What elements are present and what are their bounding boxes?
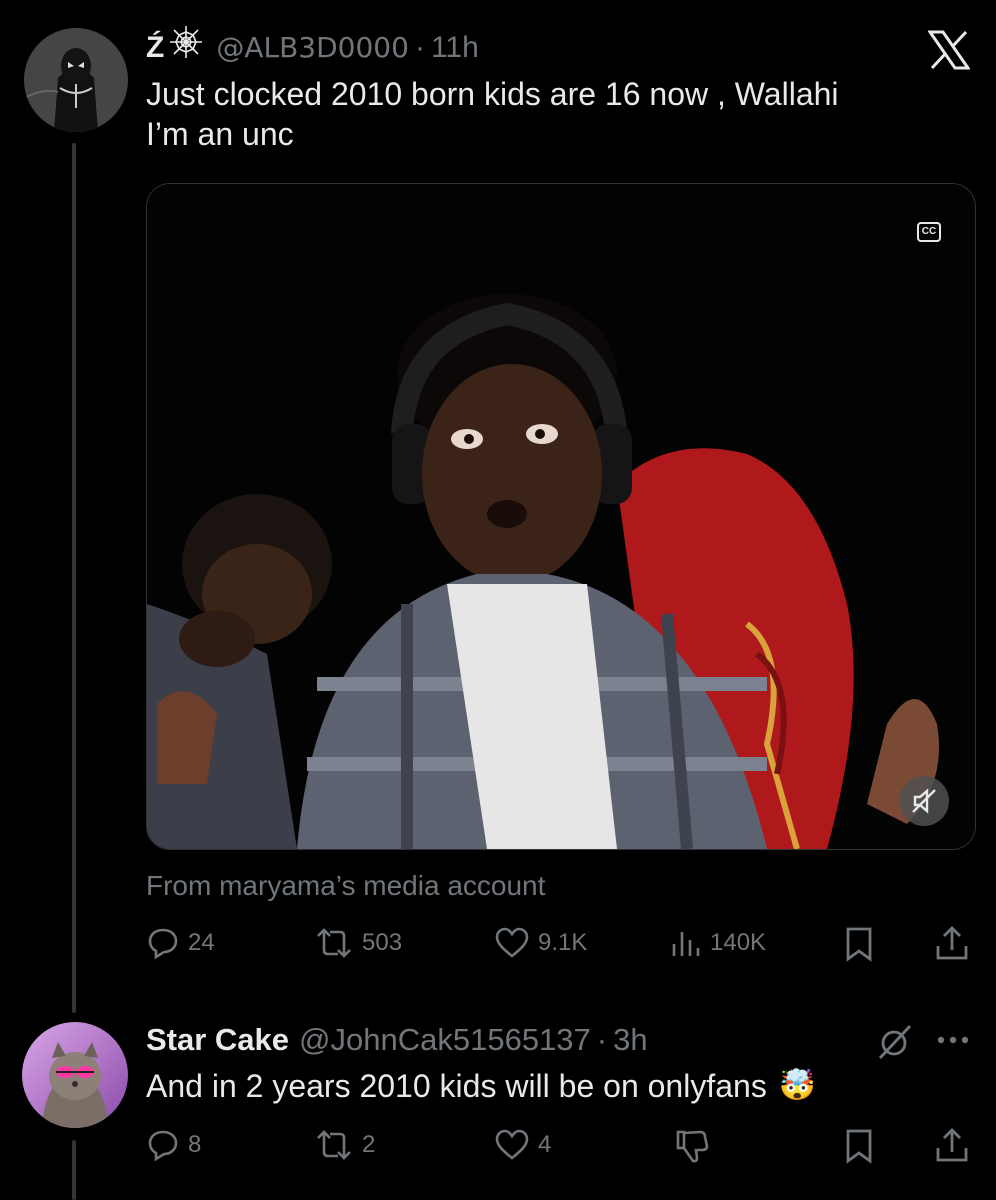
tweet-text-line-1: Just clocked 2010 born kids are 16 now ,… bbox=[146, 76, 839, 112]
views-button[interactable]: 140K bbox=[670, 926, 766, 960]
reply-icon bbox=[148, 1130, 178, 1162]
reply-button[interactable]: 24 bbox=[146, 926, 215, 960]
x-logo-icon[interactable] bbox=[927, 30, 971, 75]
reply-user-handle[interactable]: @JohnCak51565137 bbox=[299, 1020, 591, 1060]
repost-icon bbox=[317, 1130, 351, 1160]
bookmark-icon bbox=[846, 927, 872, 962]
video-frame bbox=[147, 184, 975, 849]
reply-repost-count: 2 bbox=[362, 1131, 376, 1158]
tweet-text-line-2: I’m an unc bbox=[146, 116, 294, 152]
reply-timestamp[interactable]: 3h bbox=[613, 1020, 647, 1060]
thread-line-bottom bbox=[72, 1140, 76, 1200]
bookmark-button[interactable] bbox=[844, 926, 874, 962]
dislike-icon bbox=[676, 1130, 709, 1163]
reply-display-name[interactable]: Star Cake bbox=[146, 1020, 289, 1060]
reply-separator: · bbox=[596, 1022, 608, 1057]
views-icon bbox=[672, 932, 700, 956]
view-count: 140K bbox=[710, 929, 767, 956]
reply-like-button[interactable]: 4 bbox=[494, 1128, 551, 1162]
reply-reply-button[interactable]: 8 bbox=[146, 1128, 201, 1162]
video-player[interactable]: CC bbox=[146, 183, 976, 850]
share-button[interactable] bbox=[934, 924, 970, 962]
user-handle[interactable]: @ALB3D0000 bbox=[216, 28, 409, 68]
reply-repost-button[interactable]: 2 bbox=[314, 1128, 375, 1162]
like-count: 9.1K bbox=[538, 929, 588, 956]
timestamp[interactable]: 11h bbox=[431, 28, 479, 68]
reply-dislike-button[interactable] bbox=[674, 1128, 710, 1164]
cc-icon[interactable]: CC bbox=[917, 222, 941, 242]
reply-like-count: 4 bbox=[538, 1131, 552, 1158]
bookmark-icon bbox=[846, 1129, 872, 1164]
like-icon bbox=[495, 927, 529, 958]
more-icon[interactable] bbox=[936, 1030, 970, 1055]
reply-count: 24 bbox=[188, 929, 215, 956]
repost-icon bbox=[317, 928, 351, 958]
media-attribution[interactable]: From maryama’s media account bbox=[146, 868, 545, 904]
mute-button[interactable] bbox=[899, 776, 949, 826]
avatar[interactable] bbox=[24, 28, 128, 132]
repost-count: 503 bbox=[362, 929, 403, 956]
like-icon bbox=[495, 1129, 529, 1160]
reply-text: And in 2 years 2010 kids will be on only… bbox=[146, 1068, 767, 1104]
display-name[interactable]: Ź bbox=[146, 28, 164, 68]
share-icon bbox=[936, 926, 968, 960]
reply-avatar[interactable] bbox=[22, 1022, 128, 1128]
cobweb-icon bbox=[168, 24, 204, 71]
like-button[interactable]: 9.1K bbox=[494, 926, 587, 960]
repost-button[interactable]: 503 bbox=[314, 926, 402, 960]
reply-bookmark-button[interactable] bbox=[844, 1128, 874, 1164]
grok-icon[interactable] bbox=[874, 1022, 914, 1067]
reply-icon bbox=[148, 928, 178, 960]
separator: · bbox=[414, 30, 425, 64]
share-icon bbox=[936, 1128, 968, 1162]
mute-icon bbox=[912, 788, 936, 814]
cc-label: CC bbox=[921, 226, 937, 237]
reply-reply-count: 8 bbox=[188, 1131, 202, 1158]
thread-line-top bbox=[72, 143, 76, 1013]
exploding-head-emoji: 🤯 bbox=[778, 1069, 817, 1102]
reply-share-button[interactable] bbox=[934, 1126, 970, 1164]
